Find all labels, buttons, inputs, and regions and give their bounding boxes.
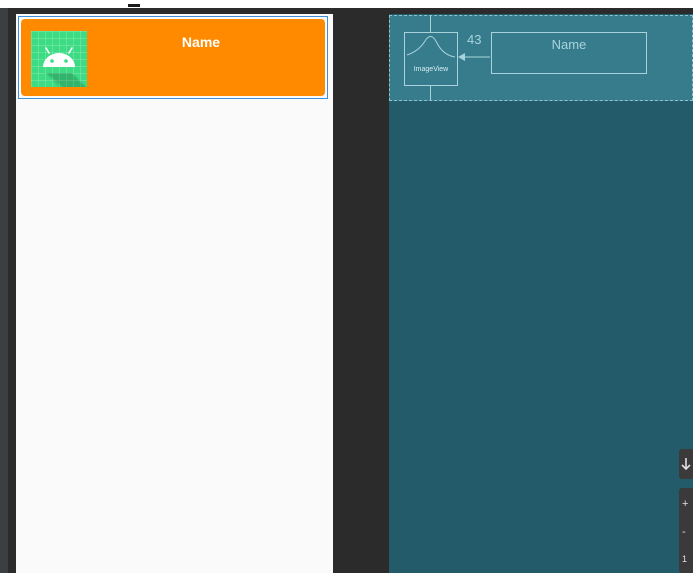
blueprint-view[interactable]: ImageView 43 Name <box>389 14 693 573</box>
pan-down-button[interactable] <box>679 449 693 479</box>
constraint-arrow-icon <box>458 53 490 61</box>
android-launcher-icon[interactable] <box>31 31 87 87</box>
down-arrow-icon <box>681 458 691 471</box>
zoom-actual-size-button[interactable]: 1 <box>682 554 687 564</box>
item-name: Name <box>181 34 221 50</box>
blueprint-item-row[interactable]: ImageView 43 Name <box>389 15 693 101</box>
item-card[interactable]: Name <box>21 19 325 96</box>
design-view[interactable]: Name <box>16 14 333 573</box>
layout-editor: Name ImageView 43 Name + - 1 <box>0 0 693 573</box>
list-item-selected[interactable]: Name <box>18 16 328 99</box>
top-marker <box>128 0 140 7</box>
zoom-in-button[interactable]: + <box>682 498 688 510</box>
zoom-controls[interactable]: + - 1 <box>679 488 693 573</box>
constraint-line-bottom <box>430 86 431 100</box>
top-strip <box>0 0 693 8</box>
blueprint-textview[interactable]: Name <box>491 32 647 74</box>
constraint-line-top <box>430 16 431 32</box>
imageview-label: ImageView <box>413 66 449 73</box>
blueprint-imageview[interactable]: ImageView <box>404 32 458 86</box>
left-edge <box>0 8 8 573</box>
zoom-out-button[interactable]: - <box>682 526 686 538</box>
margin-value[interactable]: 43 <box>467 32 481 47</box>
